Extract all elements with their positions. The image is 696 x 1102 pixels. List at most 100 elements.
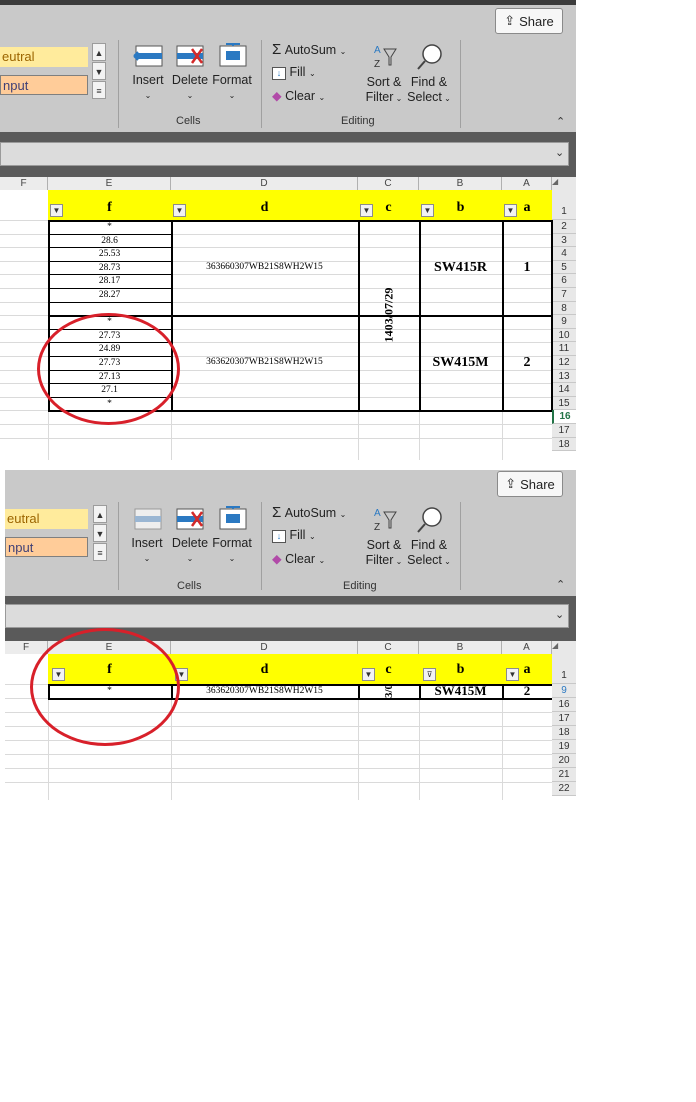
style-input[interactable]: nput: [5, 537, 88, 557]
gallery-down-button[interactable]: ▼: [92, 62, 106, 80]
row-header-10[interactable]: 10: [552, 328, 576, 343]
filter-dropdown-icon[interactable]: ▼: [173, 204, 186, 217]
find-select-button[interactable]: Find & Select ⌄: [406, 43, 452, 106]
filter-dropdown-icon[interactable]: ▼: [360, 204, 373, 217]
column-header-C[interactable]: C: [358, 177, 419, 190]
row-header-8[interactable]: 8: [552, 301, 576, 316]
select-all-corner[interactable]: ◢: [552, 177, 576, 190]
cell-d-value[interactable]: 363660307WB21S8WH2W15: [171, 220, 358, 315]
autosum-button[interactable]: Σ AutoSum ⌄: [272, 41, 346, 58]
formula-expand-icon[interactable]: ⌄: [555, 608, 564, 621]
row-header-6[interactable]: 6: [552, 274, 576, 288]
row-header-13[interactable]: 13: [552, 369, 576, 384]
formula-bar[interactable]: [5, 604, 569, 628]
row-header-11[interactable]: 11: [552, 342, 576, 356]
cell-b-value[interactable]: SW415M: [419, 684, 502, 698]
share-button[interactable]: ⇪ Share: [495, 8, 563, 34]
find-select-button[interactable]: Find & Select ⌄: [406, 506, 452, 569]
row-header-17[interactable]: 17: [552, 712, 576, 726]
gallery-more-button[interactable]: ≡: [93, 543, 107, 561]
row-header-18[interactable]: 18: [552, 726, 576, 740]
row-header-12[interactable]: 12: [552, 356, 576, 370]
gallery-up-button[interactable]: ▲: [93, 505, 107, 523]
row-header-17[interactable]: 17: [552, 424, 576, 438]
formula-bar[interactable]: [0, 142, 569, 166]
select-all-corner[interactable]: ◢: [552, 641, 576, 654]
format-button[interactable]: Format ⌄: [210, 506, 254, 566]
row-header-9[interactable]: 9: [552, 315, 576, 329]
row-header-2[interactable]: 2: [552, 220, 576, 234]
cell-c-value[interactable]: 3/0: [358, 684, 419, 698]
column-header-A[interactable]: A: [502, 177, 552, 190]
row-header-1[interactable]: 1: [552, 190, 576, 220]
fill-button[interactable]: ↓ Fill ⌄: [272, 528, 316, 543]
style-neutral[interactable]: eutral: [5, 509, 88, 529]
row-header-20[interactable]: 20: [552, 754, 576, 768]
cell-c-value[interactable]: 1403/07/29: [358, 220, 419, 410]
cell-d-value[interactable]: 363620307WB21S8WH2W15: [171, 684, 358, 698]
row-header-14[interactable]: 14: [552, 383, 576, 397]
column-header-D[interactable]: D: [171, 177, 358, 190]
gallery-more-button[interactable]: ≡: [92, 81, 106, 99]
fill-button[interactable]: ↓ Fill ⌄: [272, 65, 316, 80]
insert-button[interactable]: Insert ⌄: [127, 506, 167, 566]
filter-dropdown-icon[interactable]: ▼: [506, 668, 519, 681]
cell-b-value[interactable]: SW415R: [419, 220, 502, 315]
sort-filter-button[interactable]: AZ Sort & Filter ⌄: [363, 506, 405, 569]
row-header-15[interactable]: 15: [552, 396, 576, 411]
cell-a-value[interactable]: 1: [502, 220, 552, 315]
cell-f-value[interactable]: 28.27: [48, 289, 171, 303]
gallery-up-button[interactable]: ▲: [92, 43, 106, 61]
row-header-5[interactable]: 5: [552, 260, 576, 275]
column-header-B[interactable]: B: [419, 177, 502, 190]
row-header-7[interactable]: 7: [552, 288, 576, 302]
row-header-22[interactable]: 22: [552, 782, 576, 796]
autosum-button[interactable]: Σ AutoSum ⌄: [272, 504, 346, 521]
cell-a-value[interactable]: 2: [502, 684, 552, 698]
cell-f-value[interactable]: 28.6: [48, 235, 171, 249]
column-header-E[interactable]: E: [48, 177, 171, 190]
cell-a-value[interactable]: 2: [502, 315, 552, 410]
filter-dropdown-icon[interactable]: ▼: [504, 204, 517, 217]
filter-dropdown-icon[interactable]: ▼: [362, 668, 375, 681]
row-header-21[interactable]: 21: [552, 768, 576, 782]
row-header-9[interactable]: 9: [552, 684, 576, 698]
insert-button[interactable]: Insert ⌄: [128, 43, 168, 103]
column-header-C[interactable]: C: [358, 641, 419, 654]
format-button[interactable]: Format ⌄: [210, 43, 254, 103]
column-header-F[interactable]: F: [5, 641, 48, 654]
chevron-down-icon: ⌄: [186, 91, 194, 100]
row-header-19[interactable]: 19: [552, 740, 576, 754]
cell-f-value[interactable]: 25.53: [48, 248, 171, 262]
row-header-16[interactable]: 16: [552, 698, 576, 712]
row-header-16[interactable]: 16: [552, 410, 576, 424]
collapse-ribbon-icon[interactable]: ⌃: [556, 115, 565, 128]
filter-dropdown-icon[interactable]: ⊽: [423, 668, 436, 681]
row-header-18[interactable]: 18: [552, 437, 576, 452]
gallery-down-button[interactable]: ▼: [93, 524, 107, 542]
formula-expand-icon[interactable]: ⌄: [555, 146, 564, 159]
clear-button[interactable]: ◆ Clear ⌄: [272, 88, 325, 103]
clear-button[interactable]: ◆ Clear ⌄: [272, 551, 325, 566]
column-header-F[interactable]: F: [0, 177, 48, 190]
delete-button[interactable]: Delete ⌄: [170, 43, 210, 103]
column-header-B[interactable]: B: [419, 641, 502, 654]
cell-d-value[interactable]: 363620307WB21S8WH2W15: [171, 315, 358, 410]
sort-filter-button[interactable]: AZ Sort & Filter ⌄: [363, 43, 405, 106]
row-header-3[interactable]: 3: [552, 233, 576, 248]
column-header-A[interactable]: A: [502, 641, 552, 654]
column-header-D[interactable]: D: [171, 641, 358, 654]
style-neutral[interactable]: eutral: [0, 47, 88, 67]
cell-f-value[interactable]: *: [48, 221, 171, 235]
row-header-4[interactable]: 4: [552, 247, 576, 261]
collapse-ribbon-icon[interactable]: ⌃: [556, 578, 565, 591]
cell-f-value[interactable]: 28.17: [48, 275, 171, 289]
style-input[interactable]: nput: [0, 75, 88, 95]
filter-dropdown-icon[interactable]: ▼: [421, 204, 434, 217]
filter-dropdown-icon[interactable]: ▼: [50, 204, 63, 217]
delete-button[interactable]: Delete ⌄: [170, 506, 210, 566]
row-header-1[interactable]: 1: [552, 654, 576, 684]
cell-f-value[interactable]: 28.73: [48, 262, 171, 276]
share-button[interactable]: ⇪ Share: [497, 471, 563, 497]
cell-b-value[interactable]: SW415M: [419, 315, 502, 410]
